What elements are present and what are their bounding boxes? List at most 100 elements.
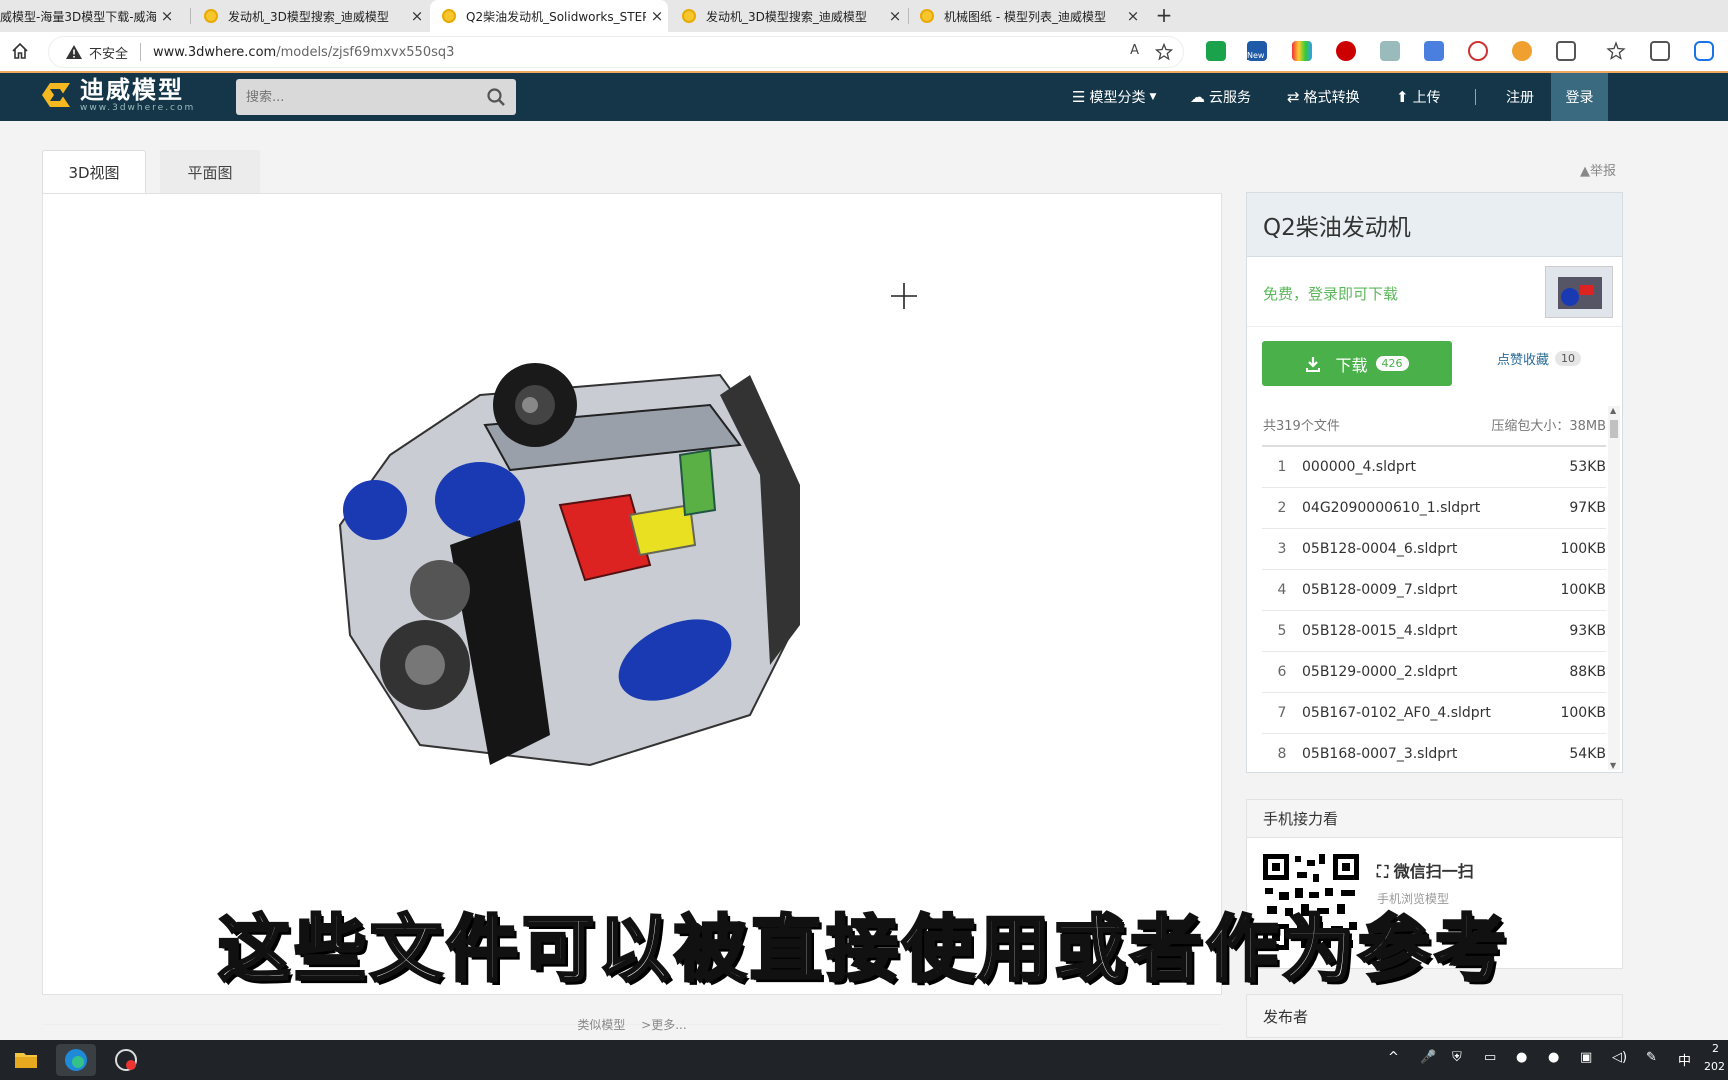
file-size: 97KB bbox=[1569, 500, 1606, 516]
file-name: 04G2090000610_1.sldprt bbox=[1302, 500, 1481, 516]
new-badge: New bbox=[1247, 51, 1265, 60]
opera-extension-icon[interactable] bbox=[1336, 41, 1356, 61]
tab-title: Q2柴油发动机_Solidworks_STEP bbox=[466, 9, 646, 24]
file-row[interactable]: 1 000000_4.sldprt 53KB bbox=[1262, 447, 1606, 488]
color-extension-icon[interactable] bbox=[1292, 41, 1312, 61]
url-field[interactable]: 不安全 www.3dwhere.com/models/zjsf69mxvx550… bbox=[48, 36, 1184, 68]
file-num: 6 bbox=[1277, 664, 1287, 680]
browser-tab-bar: 威模型-海量3D模型下载-威海威 × 发动机_3D模型搜索_迪威模型 × Q2柴… bbox=[0, 0, 1728, 32]
tray-expand-icon[interactable]: ^ bbox=[1388, 1050, 1399, 1065]
close-icon[interactable]: × bbox=[406, 7, 428, 25]
edge-sidebar-icon[interactable] bbox=[1694, 41, 1714, 61]
file-size: 53KB bbox=[1569, 459, 1606, 475]
ime-indicator[interactable]: 中 bbox=[1678, 1050, 1691, 1069]
tab-divider bbox=[190, 8, 191, 24]
shield-icon[interactable]: ⛨ bbox=[1452, 1050, 1462, 1065]
file-size: 100KB bbox=[1560, 582, 1606, 598]
microphone-icon[interactable]: 🎤 bbox=[1420, 1050, 1436, 1065]
file-name: 05B128-0004_6.sldprt bbox=[1302, 541, 1458, 557]
read-aloud-icon[interactable]: A bbox=[1130, 43, 1139, 61]
file-row[interactable]: 8 05B168-0007_3.sldprt 54KB bbox=[1262, 734, 1606, 773]
edge-browser-icon[interactable] bbox=[56, 1044, 96, 1076]
network-icon[interactable]: ▣ bbox=[1580, 1050, 1592, 1065]
file-size: 54KB bbox=[1569, 746, 1606, 762]
model-title: Q2柴油发动机 bbox=[1247, 193, 1622, 257]
nav-upload-label: 上传 bbox=[1412, 90, 1441, 106]
security-label[interactable]: 不安全 bbox=[89, 43, 128, 62]
file-num: 8 bbox=[1277, 746, 1287, 762]
pen-icon[interactable]: ✎ bbox=[1646, 1050, 1657, 1065]
search-input[interactable] bbox=[246, 87, 466, 107]
block-extension-icon[interactable] bbox=[1468, 41, 1488, 61]
shield-extension-icon[interactable] bbox=[1206, 41, 1226, 61]
logo-icon bbox=[42, 83, 70, 107]
close-icon[interactable]: × bbox=[884, 7, 906, 25]
new-tab-button[interactable]: + bbox=[1152, 4, 1176, 28]
volume-icon[interactable]: ◁) bbox=[1612, 1050, 1627, 1065]
similar-models: 类似模型 >更多... bbox=[42, 1016, 1222, 1033]
more-link[interactable]: >更多... bbox=[641, 1018, 687, 1032]
browser-extension-icon[interactable] bbox=[1512, 41, 1532, 61]
favorites-icon[interactable] bbox=[1606, 41, 1626, 61]
url-text[interactable]: www.3dwhere.com/models/zjsf69mxvx550sq3 bbox=[153, 45, 454, 60]
login-button[interactable]: 登录 bbox=[1551, 73, 1608, 121]
warning-icon[interactable] bbox=[65, 44, 83, 60]
tab-plan-view[interactable]: 平面图 bbox=[160, 150, 260, 194]
nav-convert[interactable]: ⇄ 格式转换 bbox=[1287, 73, 1360, 121]
browser-tab-4[interactable]: 发动机_3D模型搜索_迪威模型 × bbox=[670, 0, 906, 32]
new-extension-icon[interactable]: New bbox=[1247, 41, 1267, 61]
browser-tab-2[interactable]: 发动机_3D模型搜索_迪威模型 × bbox=[192, 0, 428, 32]
register-link[interactable]: 注册 bbox=[1506, 73, 1534, 121]
download-button[interactable]: 下载 426 bbox=[1262, 341, 1452, 386]
nav-categories[interactable]: ☰ 模型分类 ▼ bbox=[1072, 73, 1156, 121]
scan-label: 微信扫一扫 bbox=[1393, 862, 1474, 881]
collections-icon[interactable] bbox=[1650, 41, 1670, 61]
file-row[interactable]: 7 05B167-0102_AF0_4.sldprt 100KB bbox=[1262, 693, 1606, 734]
tab-title: 威模型-海量3D模型下载-威海威 bbox=[0, 9, 156, 24]
close-icon[interactable]: × bbox=[1122, 7, 1144, 25]
url-path: /models/zjsf69mxvx550sq3 bbox=[276, 44, 455, 60]
scroll-thumb[interactable] bbox=[1610, 420, 1618, 438]
puzzle-icon[interactable] bbox=[1556, 41, 1576, 61]
logo-en: www.3dwhere.com bbox=[80, 103, 196, 113]
mobile-panel-title: 手机接力看 bbox=[1247, 800, 1622, 838]
nav-cloud[interactable]: ☁ 云服务 bbox=[1190, 73, 1251, 121]
file-size: 93KB bbox=[1569, 623, 1606, 639]
home-icon[interactable] bbox=[10, 41, 30, 61]
favorite-button[interactable]: 点赞收藏 10 bbox=[1497, 349, 1582, 368]
image-extension-icon[interactable] bbox=[1380, 41, 1400, 61]
browser-tab-5[interactable]: 机械图纸 - 模型列表_迪威模型 × bbox=[908, 0, 1144, 32]
scroll-up-icon[interactable]: ▲ bbox=[1610, 406, 1616, 415]
browser-tab-1[interactable]: 威模型-海量3D模型下载-威海威 × bbox=[0, 0, 178, 32]
file-row[interactable]: 2 04G2090000610_1.sldprt 97KB bbox=[1262, 488, 1606, 529]
model-thumbnail[interactable] bbox=[1545, 266, 1613, 318]
nav-upload[interactable]: ⬆ 上传 bbox=[1396, 73, 1441, 121]
download-count-badge: 426 bbox=[1375, 356, 1409, 371]
file-num: 3 bbox=[1277, 541, 1287, 557]
close-icon[interactable]: × bbox=[646, 7, 668, 25]
file-row[interactable]: 6 05B129-0000_2.sldprt 88KB bbox=[1262, 652, 1606, 693]
site-logo[interactable]: 迪威模型 www.3dwhere.com bbox=[38, 77, 195, 113]
browser-tab-active[interactable]: Q2柴油发动机_Solidworks_STEP × bbox=[430, 0, 668, 32]
tab-3d-view[interactable]: 3D视图 bbox=[42, 150, 146, 194]
app-tray-icon-2[interactable]: ● bbox=[1548, 1050, 1559, 1065]
report-link[interactable]: ▲举报 bbox=[1580, 160, 1616, 179]
search-icon[interactable] bbox=[486, 87, 506, 107]
file-row[interactable]: 4 05B128-0009_7.sldprt 100KB bbox=[1262, 570, 1606, 611]
clock-time[interactable]: 2 bbox=[1712, 1042, 1719, 1055]
file-explorer-icon[interactable] bbox=[6, 1044, 46, 1076]
file-row[interactable]: 5 05B128-0015_4.sldprt 93KB bbox=[1262, 611, 1606, 652]
file-row[interactable]: 3 05B128-0004_6.sldprt 100KB bbox=[1262, 529, 1606, 570]
caret-down-icon: ▼ bbox=[1149, 92, 1157, 102]
nav-divider bbox=[1475, 89, 1476, 105]
add-favorite-icon[interactable] bbox=[1155, 43, 1173, 61]
scroll-down-icon[interactable]: ▼ bbox=[1610, 761, 1616, 770]
screen-recorder-icon[interactable] bbox=[106, 1044, 146, 1076]
app-tray-icon[interactable]: ● bbox=[1516, 1050, 1527, 1065]
battery-icon[interactable]: ▭ bbox=[1484, 1050, 1496, 1065]
file-list-scrollbar[interactable]: ▲ ▼ bbox=[1608, 406, 1620, 770]
upload-icon: ⬆ bbox=[1396, 88, 1409, 106]
close-icon[interactable]: × bbox=[156, 7, 178, 25]
clock-date[interactable]: 202 bbox=[1704, 1060, 1725, 1073]
translate-extension-icon[interactable] bbox=[1424, 41, 1444, 61]
